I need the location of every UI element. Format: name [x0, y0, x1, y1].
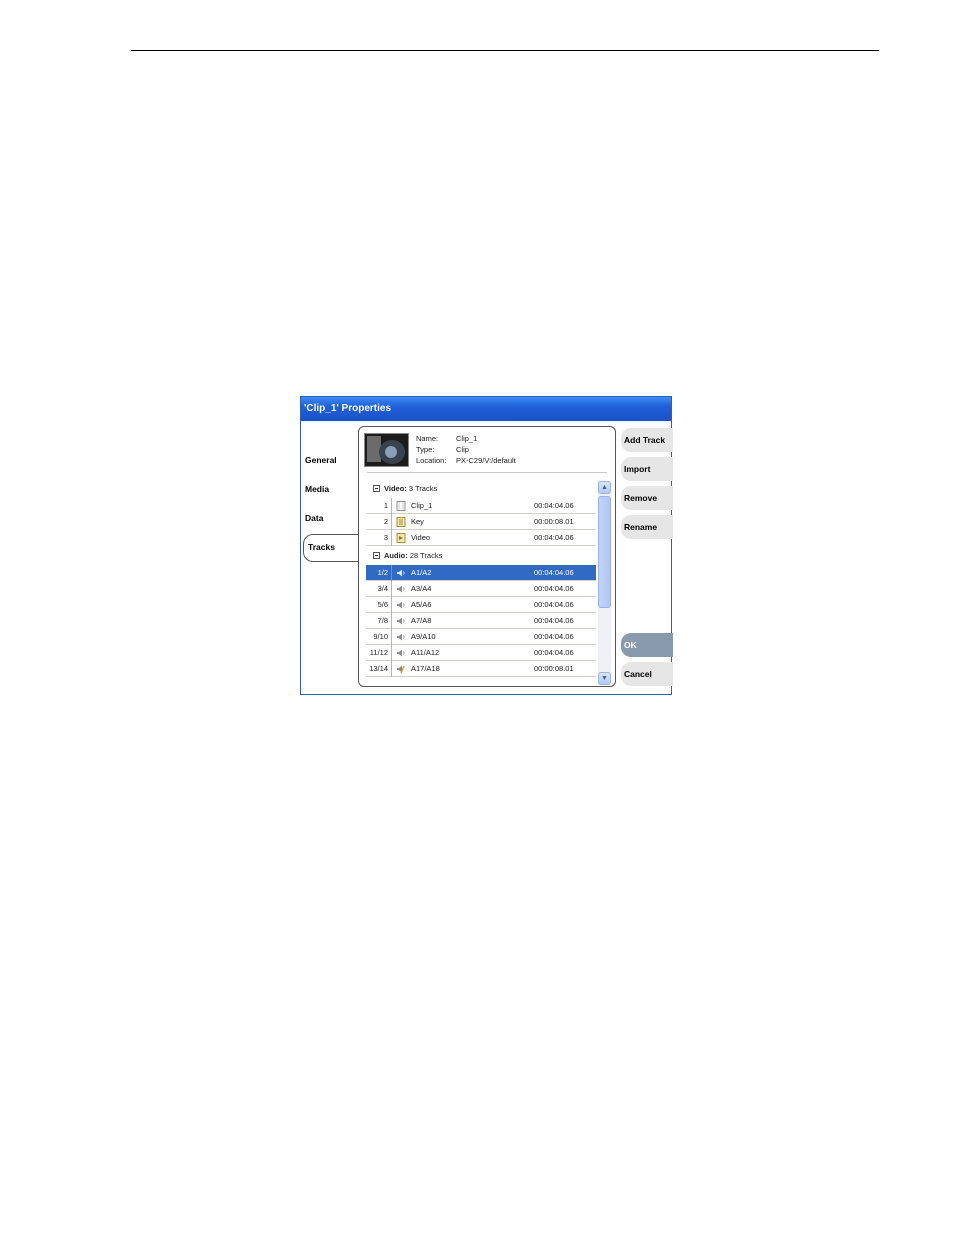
track-list-scrollbar[interactable]: ▲ ▼: [598, 481, 611, 685]
page-header-rule: [131, 50, 879, 51]
clip-icon: [396, 501, 406, 511]
table-row[interactable]: 3/4 A3/A4 00:04:04.06: [366, 581, 596, 597]
speaker-icon: [397, 633, 405, 641]
table-row[interactable]: 7/8 A7/A8 00:04:04.06: [366, 613, 596, 629]
rename-button[interactable]: Rename: [621, 515, 673, 539]
clip-type-row: Type: Clip: [416, 445, 469, 454]
collapse-icon[interactable]: [373, 552, 380, 559]
key-track-icon: [396, 517, 406, 527]
speaker-icon: [397, 649, 405, 657]
dialog-title: 'Clip_1' Properties: [301, 397, 671, 421]
speaker-edited-icon: [397, 665, 405, 674]
cancel-button[interactable]: Cancel: [621, 662, 673, 686]
table-row[interactable]: 13/14 A17/A18 00:00:08.01: [366, 661, 596, 677]
speaker-icon: [397, 569, 405, 577]
clip-name-row: Name: Clip_1: [416, 434, 477, 443]
collapse-icon[interactable]: [373, 485, 380, 492]
name-value: Clip_1: [456, 434, 478, 443]
speaker-icon: [397, 617, 405, 625]
tab-general[interactable]: General: [305, 455, 337, 465]
name-label: Name:: [416, 434, 439, 443]
add-track-button[interactable]: Add Track: [621, 428, 673, 452]
speaker-icon: [397, 585, 405, 593]
track-list[interactable]: Video: 3 Tracks 1 Clip_1 00:04:04.06 2 Ke…: [366, 481, 596, 686]
divider: [367, 472, 607, 473]
scroll-down-icon[interactable]: ▼: [598, 672, 611, 685]
location-value: PX-C29/V:/default: [456, 456, 516, 465]
tab-tracks[interactable]: Tracks: [303, 534, 362, 562]
tab-media[interactable]: Media: [305, 484, 329, 494]
tracks-panel: Name: Clip_1 Type: Clip Location: PX-C29/V:…: [358, 426, 616, 687]
table-row[interactable]: 3 Video 00:04:04.06: [366, 530, 596, 546]
video-track-icon: [396, 533, 406, 543]
table-row[interactable]: 2 Key 00:00:08.01: [366, 514, 596, 530]
audio-group-header[interactable]: Audio: 28 Tracks: [366, 548, 596, 564]
scroll-up-icon[interactable]: ▲: [598, 481, 611, 494]
clip-thumbnail: [364, 433, 409, 467]
table-row[interactable]: 1 Clip_1 00:04:04.06: [366, 498, 596, 514]
table-row[interactable]: 5/6 A5/A6 00:04:04.06: [366, 597, 596, 613]
type-value: Clip: [456, 445, 469, 454]
table-row[interactable]: 11/12 A11/A12 00:04:04.06: [366, 645, 596, 661]
type-label: Type:: [416, 445, 435, 454]
speaker-icon: [397, 601, 405, 609]
scrollbar-thumb[interactable]: [598, 496, 611, 608]
clip-properties-dialog: 'Clip_1' Properties General Media Data T…: [300, 396, 673, 695]
tab-tracks-label: Tracks: [308, 542, 335, 552]
table-row[interactable]: 9/10 A9/A10 00:04:04.06: [366, 629, 596, 645]
table-row[interactable]: 1/2 A1/A2 00:04:04.06: [366, 565, 596, 581]
location-label: Location:: [416, 456, 447, 465]
import-button[interactable]: Import: [621, 457, 673, 481]
remove-button[interactable]: Remove: [621, 486, 673, 510]
ok-button[interactable]: OK: [621, 633, 673, 657]
video-group-header[interactable]: Video: 3 Tracks: [366, 481, 596, 497]
tab-data[interactable]: Data: [305, 513, 323, 523]
clip-location-row: Location: PX-C29/V:/default: [416, 456, 516, 465]
